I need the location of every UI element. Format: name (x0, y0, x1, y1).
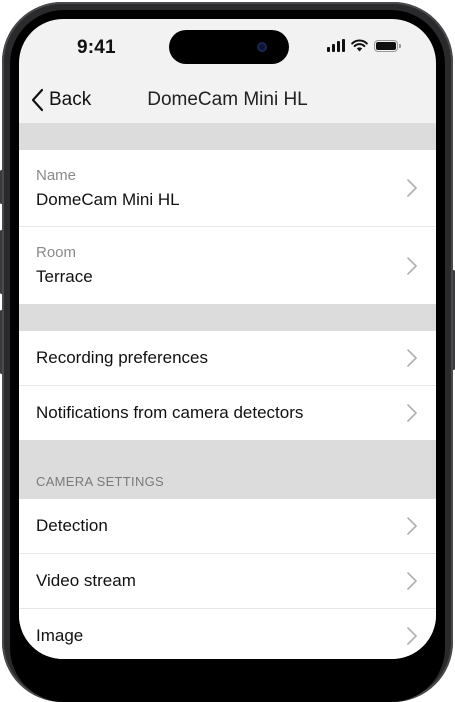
screen: 9:41 Back DomeCam Mini HL Name DomeCam M… (19, 19, 436, 659)
name-value: DomeCam Mini HL (36, 190, 180, 209)
notifications-row[interactable]: Notifications from camera detectors (19, 386, 436, 440)
notifications-label: Notifications from camera detectors (36, 403, 304, 422)
status-time: 9:41 (77, 37, 116, 58)
section-header-label: CAMERA SETTINGS (36, 474, 165, 489)
status-bar: 9:41 (19, 19, 436, 77)
name-row[interactable]: Name DomeCam Mini HL (19, 150, 436, 227)
chevron-right-icon (407, 572, 417, 590)
chevron-right-icon (407, 349, 417, 367)
image-row[interactable]: Image (19, 609, 436, 659)
front-camera-icon (257, 42, 267, 52)
image-label: Image (36, 626, 84, 645)
battery-icon (374, 39, 401, 52)
chevron-right-icon (407, 517, 417, 535)
room-value: Terrace (36, 267, 93, 286)
chevron-right-icon (407, 404, 417, 422)
chevron-right-icon (407, 627, 417, 645)
section-header-camera-settings: CAMERA SETTINGS (19, 440, 436, 499)
recording-preferences-row[interactable]: Recording preferences (19, 331, 436, 386)
section-separator (19, 123, 436, 150)
phone-device: 9:41 Back DomeCam Mini HL Name DomeCam M… (0, 0, 455, 702)
signal-icon (327, 39, 345, 52)
navigation-bar: Back DomeCam Mini HL (19, 77, 436, 123)
settings-list: Name DomeCam Mini HL Room Terrace Record… (19, 123, 436, 659)
detection-row[interactable]: Detection (19, 499, 436, 554)
room-label: Room (36, 244, 77, 261)
video-stream-row[interactable]: Video stream (19, 554, 436, 609)
detection-label: Detection (36, 516, 108, 535)
status-icons (327, 39, 401, 52)
section-separator (19, 304, 436, 331)
wifi-icon (351, 39, 368, 52)
video-stream-label: Video stream (36, 571, 136, 590)
recording-preferences-label: Recording preferences (36, 348, 208, 367)
name-label: Name (36, 167, 77, 184)
chevron-right-icon (407, 179, 417, 197)
chevron-right-icon (407, 256, 417, 275)
dynamic-island (169, 30, 289, 64)
room-row[interactable]: Room Terrace (19, 227, 436, 304)
page-title: DomeCam Mini HL (147, 89, 308, 110)
